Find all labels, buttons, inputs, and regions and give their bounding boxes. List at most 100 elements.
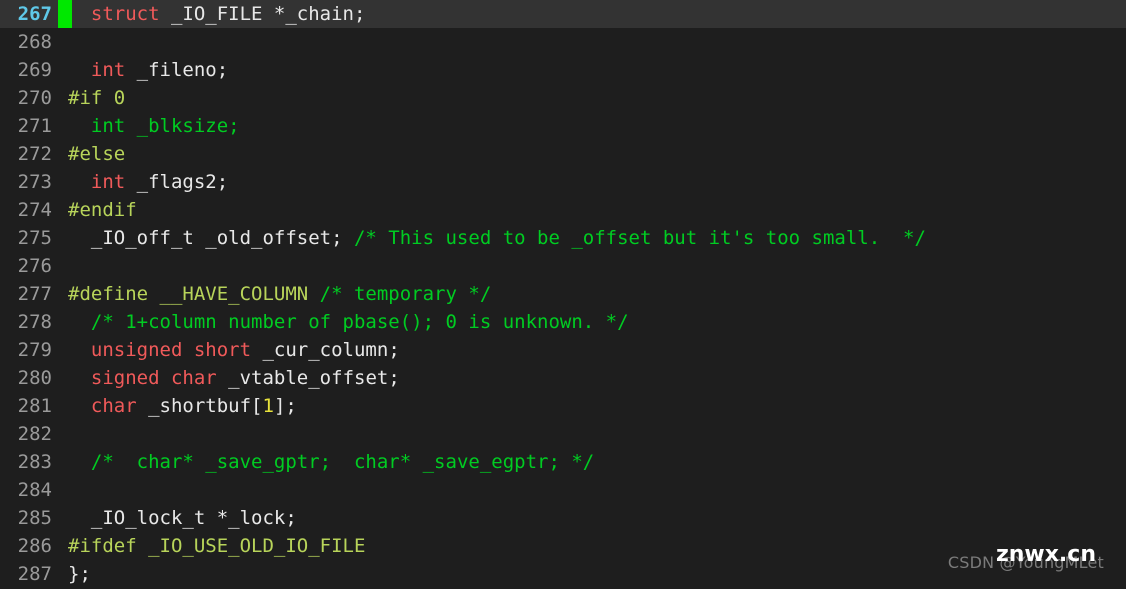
code-line[interactable]: 287};	[0, 560, 1126, 588]
code-line[interactable]: 286 #ifdef _IO_USE_OLD_IO_FILE	[0, 532, 1126, 560]
line-number: 274	[17, 199, 52, 221]
token-pre: #ifdef _IO_USE_OLD_IO_FILE	[68, 535, 366, 557]
code-line[interactable]: 269 int _fileno;	[0, 56, 1126, 84]
code-line-text: /* char* _save_gptr; char* _save_egptr; …	[68, 448, 1126, 476]
token-id: _IO_FILE *_chain;	[159, 3, 366, 25]
gutter-spacer	[52, 140, 68, 168]
line-number: 286	[17, 535, 52, 557]
token-inactive: int _blksize;	[68, 115, 240, 137]
token-num: 1	[262, 395, 274, 417]
line-number: 281	[17, 395, 52, 417]
gutter-spacer	[52, 420, 68, 448]
line-number: 275	[17, 227, 52, 249]
line-number: 279	[17, 339, 52, 361]
gutter-spacer	[52, 560, 68, 588]
code-line-text: struct _IO_FILE *_chain;	[68, 0, 1126, 28]
gutter-spacer	[52, 392, 68, 420]
line-number: 284	[17, 479, 52, 501]
code-line[interactable]: 279 unsigned short _cur_column;	[0, 336, 1126, 364]
token-punc	[68, 311, 91, 333]
token-punc	[68, 367, 91, 389]
token-id: _fileno;	[125, 59, 229, 81]
token-pre: #if 0	[68, 87, 126, 109]
line-number: 269	[17, 59, 52, 81]
line-number: 267	[17, 3, 52, 25]
code-line[interactable]: 274 #endif	[0, 196, 1126, 224]
line-number: 280	[17, 367, 52, 389]
gutter-spacer	[52, 168, 68, 196]
gutter-spacer	[52, 196, 68, 224]
token-id: _IO_off_t _old_offset;	[68, 227, 354, 249]
code-line[interactable]: 267 struct _IO_FILE *_chain;	[0, 0, 1126, 28]
token-kw: unsigned short	[90, 339, 252, 361]
gutter-spacer	[52, 84, 68, 112]
token-punc	[68, 59, 91, 81]
code-line[interactable]: 276	[0, 252, 1126, 280]
code-line[interactable]: 270 #if 0	[0, 84, 1126, 112]
code-line[interactable]: 271 int _blksize;	[0, 112, 1126, 140]
gutter-spacer	[52, 252, 68, 280]
gutter-spacer	[52, 308, 68, 336]
token-comment: /* temporary */	[319, 283, 492, 305]
token-kw: signed char	[90, 367, 217, 389]
code-line[interactable]: 282	[0, 420, 1126, 448]
code-line[interactable]: 272 #else	[0, 140, 1126, 168]
code-line-text: #endif	[68, 196, 1126, 224]
token-id: _vtable_offset;	[216, 367, 400, 389]
token-pre: #define __HAVE_COLUMN	[68, 283, 320, 305]
gutter-spacer	[52, 56, 68, 84]
text-cursor	[52, 0, 72, 28]
code-line[interactable]: 281 char _shortbuf[1];	[0, 392, 1126, 420]
code-editor[interactable]: 267 struct _IO_FILE *_chain; 268 269 int _…	[0, 0, 1126, 589]
code-line-text: #define __HAVE_COLUMN /* temporary */	[68, 280, 1126, 308]
code-line[interactable]: 278 /* 1+column number of pbase(); 0 is …	[0, 308, 1126, 336]
gutter-spacer	[52, 224, 68, 252]
gutter-spacer	[52, 364, 68, 392]
code-line-text: _IO_off_t _old_offset; /* This used to b…	[68, 224, 1126, 252]
code-line-text: /* 1+column number of pbase(); 0 is unkn…	[68, 308, 1126, 336]
token-id: _IO_lock_t *_lock;	[68, 507, 297, 529]
line-number: 272	[17, 143, 52, 165]
token-punc	[68, 395, 91, 417]
code-line-text: char _shortbuf[1];	[68, 392, 1126, 420]
gutter-spacer	[52, 28, 68, 56]
gutter-spacer	[52, 504, 68, 532]
code-line[interactable]: 284	[0, 476, 1126, 504]
gutter-spacer	[52, 476, 68, 504]
line-number: 285	[17, 507, 52, 529]
line-number: 270	[17, 87, 52, 109]
gutter-spacer	[52, 336, 68, 364]
code-line[interactable]: 275 _IO_off_t _old_offset; /* This used …	[0, 224, 1126, 252]
code-line[interactable]: 273 int _flags2;	[0, 168, 1126, 196]
code-line-text: #else	[68, 140, 1126, 168]
code-line[interactable]: 285 _IO_lock_t *_lock;	[0, 504, 1126, 532]
line-number: 287	[17, 563, 52, 585]
code-line-text: _IO_lock_t *_lock;	[68, 504, 1126, 532]
token-comment: /* 1+column number of pbase(); 0 is unkn…	[90, 311, 629, 333]
code-line[interactable]: 283 /* char* _save_gptr; char* _save_egp…	[0, 448, 1126, 476]
code-line-text: int _flags2;	[68, 168, 1126, 196]
line-number: 283	[17, 451, 52, 473]
token-id: _shortbuf[	[136, 395, 263, 417]
code-line-text: unsigned short _cur_column;	[68, 336, 1126, 364]
gutter-spacer	[52, 280, 68, 308]
line-number: 268	[17, 31, 52, 53]
code-lines-container: 267 struct _IO_FILE *_chain; 268 269 int _…	[0, 0, 1126, 588]
gutter-spacer	[52, 532, 68, 560]
token-id: _cur_column;	[251, 339, 400, 361]
line-number: 273	[17, 171, 52, 193]
code-line-text: #if 0	[68, 84, 1126, 112]
line-number: 277	[17, 283, 52, 305]
line-number: 271	[17, 115, 52, 137]
line-number: 278	[17, 311, 52, 333]
code-line[interactable]: 280 signed char _vtable_offset;	[0, 364, 1126, 392]
gutter-spacer	[52, 112, 68, 140]
token-kw: int	[90, 171, 126, 193]
token-id: _flags2;	[125, 171, 229, 193]
code-line[interactable]: 277 #define __HAVE_COLUMN /* temporary */	[0, 280, 1126, 308]
token-id: ];	[273, 395, 297, 417]
code-line[interactable]: 268	[0, 28, 1126, 56]
code-line-text: int _blksize;	[68, 112, 1126, 140]
token-comment: /* This used to be _offset but it's too …	[353, 227, 926, 249]
token-kw: int	[90, 59, 126, 81]
